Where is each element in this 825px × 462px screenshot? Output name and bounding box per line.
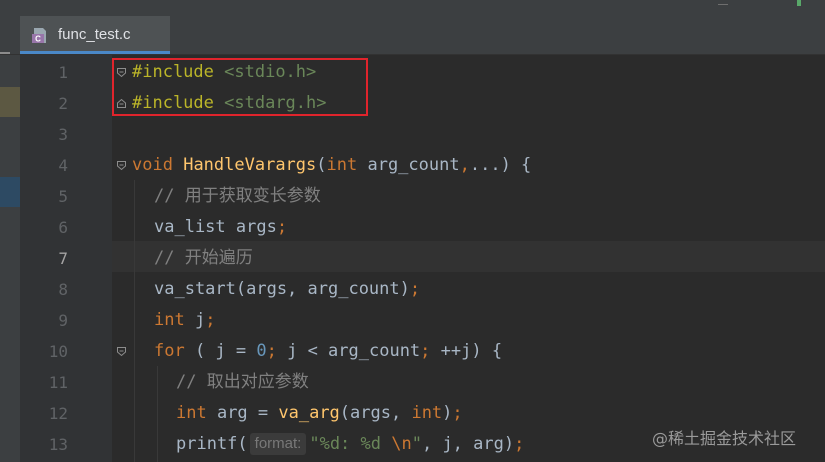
comment: // 用于获取变长参数 — [154, 186, 321, 206]
keyword: int — [176, 403, 207, 423]
line-number-current: 7 — [58, 249, 68, 268]
tool-window-handle[interactable] — [0, 52, 10, 54]
line-number: 11 — [48, 373, 68, 392]
editor-tab-bar: C func_test.c — [0, 16, 825, 55]
tab-label: func_test.c — [58, 26, 131, 43]
number-literal: 0 — [256, 341, 267, 361]
tool-window-marker-active[interactable] — [0, 177, 20, 207]
keyword: int — [411, 403, 443, 423]
watermark: @稀土掘金技术社区 — [652, 429, 797, 448]
code-line-8: va_start(args, arg_count); — [154, 279, 421, 299]
line-number: 3 — [58, 125, 68, 144]
keyword: void — [132, 155, 173, 175]
window-top-strip — [0, 0, 825, 16]
line-number: 2 — [58, 94, 68, 113]
keyword: int — [154, 310, 185, 330]
code-line-12: int arg = va_arg(args, int); — [176, 403, 463, 423]
function-name: va_arg — [278, 403, 340, 423]
code-line-9: int j; — [154, 310, 216, 330]
comment: // 开始遍历 — [154, 248, 253, 268]
comment: // 取出对应参数 — [176, 372, 309, 392]
code-line-11: // 取出对应参数 — [176, 367, 309, 398]
toolbar-edge-icon[interactable] — [718, 0, 728, 5]
line-number: 1 — [58, 63, 68, 82]
string-literal: "%d: %d — [309, 434, 392, 454]
code-line-5: // 用于获取变长参数 — [154, 181, 321, 212]
code-line-10: for ( j = 0; j < arg_count; ++j) { — [154, 341, 503, 361]
code-line-13: printf(format: "%d: %d \n", j, arg); — [176, 433, 525, 455]
line-number: 10 — [48, 342, 68, 361]
line-number: 6 — [58, 218, 68, 237]
line-number: 8 — [58, 280, 68, 299]
c-file-icon-letter: C — [35, 35, 41, 44]
escape-sequence: \n — [391, 434, 412, 454]
code-editor[interactable]: #include <stdio.h> #include <stdarg.h> v… — [112, 55, 825, 462]
left-tool-strip — [0, 55, 20, 462]
line-number: 12 — [48, 404, 68, 423]
parameter-hint: format: — [249, 433, 307, 455]
line-number: 4 — [58, 156, 68, 175]
line-number-gutter[interactable]: 1 2 3 4 5 6 7 8 9 10 11 12 13 — [20, 55, 112, 462]
code-line-6: va_list args; — [154, 217, 288, 237]
function-name: HandleVarargs — [183, 155, 317, 175]
code-line-4: void HandleVarargs(int arg_count,...) { — [132, 155, 532, 175]
keyword: for — [154, 341, 185, 361]
code-line-7: // 开始遍历 — [154, 243, 253, 274]
keyword: int — [326, 155, 358, 175]
tab-func-test-c[interactable]: C func_test.c — [20, 16, 170, 54]
tool-window-marker[interactable] — [0, 87, 20, 117]
c-file-icon: C — [32, 28, 46, 44]
line-number: 13 — [48, 435, 68, 454]
line-number: 9 — [58, 311, 68, 330]
annotation-highlight-box — [112, 58, 368, 116]
run-indicator-icon[interactable] — [797, 0, 801, 6]
line-number: 5 — [58, 187, 68, 206]
